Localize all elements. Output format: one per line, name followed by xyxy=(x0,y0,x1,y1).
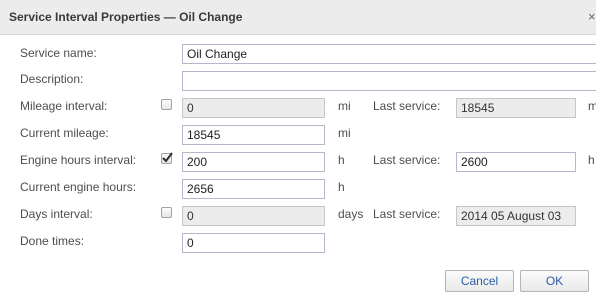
days-interval-checkbox[interactable] xyxy=(161,207,172,218)
cancel-button[interactable]: Cancel xyxy=(445,270,514,292)
current-mileage-unit: mi xyxy=(338,126,351,140)
days-interval-label: Days interval: xyxy=(20,207,93,221)
done-times-label: Done times: xyxy=(20,234,85,248)
current-engine-hours-unit: h xyxy=(338,180,345,194)
engine-hours-last-service-label: Last service: xyxy=(373,153,441,167)
engine-hours-last-service-unit: h xyxy=(588,153,595,167)
mileage-last-service-label: Last service: xyxy=(373,99,441,113)
current-mileage-label: Current mileage: xyxy=(20,126,109,140)
engine-hours-interval-input[interactable]: 200 xyxy=(182,152,325,172)
engine-hours-interval-label: Engine hours interval: xyxy=(20,153,137,167)
mileage-last-service-input[interactable]: 18545 xyxy=(456,98,576,118)
current-engine-hours-label: Current engine hours: xyxy=(20,180,137,194)
service-name-input[interactable]: Oil Change xyxy=(182,44,596,64)
mileage-interval-input[interactable]: 0 xyxy=(182,98,325,118)
description-label: Description: xyxy=(20,72,84,86)
current-engine-hours-input[interactable]: 2656 xyxy=(182,179,325,199)
engine-hours-interval-unit: h xyxy=(338,153,345,167)
engine-hours-last-service-input[interactable]: 2600 xyxy=(456,152,576,172)
description-input[interactable] xyxy=(182,71,596,91)
ok-button[interactable]: OK xyxy=(520,270,589,292)
dialog-title: Service Interval Properties — Oil Change xyxy=(9,10,243,24)
days-interval-unit: days xyxy=(338,207,364,221)
done-times-input[interactable]: 0 xyxy=(182,233,325,253)
engine-hours-interval-checkbox[interactable] xyxy=(161,152,173,164)
days-interval-input[interactable]: 0 xyxy=(182,206,325,226)
mileage-interval-label: Mileage interval: xyxy=(20,99,108,113)
days-last-service-label: Last service: xyxy=(373,207,441,221)
close-icon[interactable]: × xyxy=(588,9,596,24)
mileage-last-service-unit: mi xyxy=(588,99,596,113)
mileage-interval-checkbox[interactable] xyxy=(161,99,172,110)
dialog-titlebar: Service Interval Properties — Oil Change… xyxy=(0,0,596,35)
checkmark-icon xyxy=(162,152,173,163)
current-mileage-input[interactable]: 18545 xyxy=(182,125,325,145)
days-last-service-input[interactable]: 2014 05 August 03 xyxy=(456,206,576,226)
mileage-interval-unit: mi xyxy=(338,99,351,113)
service-name-label: Service name: xyxy=(20,46,97,60)
